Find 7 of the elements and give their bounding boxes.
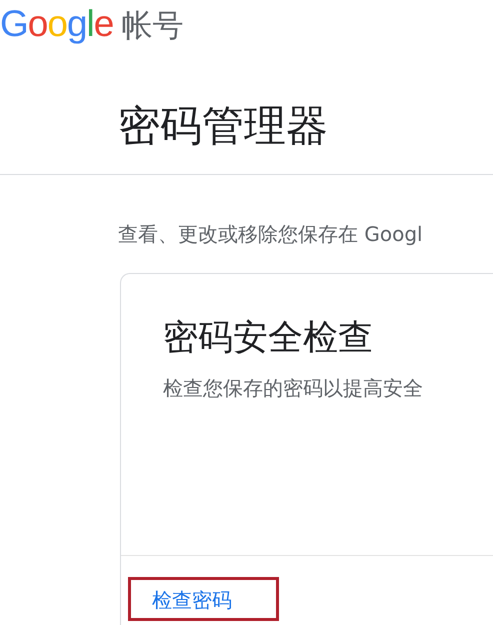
- page-description: 查看、更改或移除您保存在 Googl: [118, 221, 424, 248]
- page-title: 密码管理器: [118, 100, 329, 152]
- product-name: 帐号: [121, 7, 184, 46]
- card-subtitle: 检查您保存的密码以提高安全: [163, 375, 424, 402]
- logo-wordmark: Google: [0, 2, 114, 46]
- check-passwords-link[interactable]: 检查密码: [128, 577, 279, 621]
- card-title: 密码安全检查: [163, 317, 374, 360]
